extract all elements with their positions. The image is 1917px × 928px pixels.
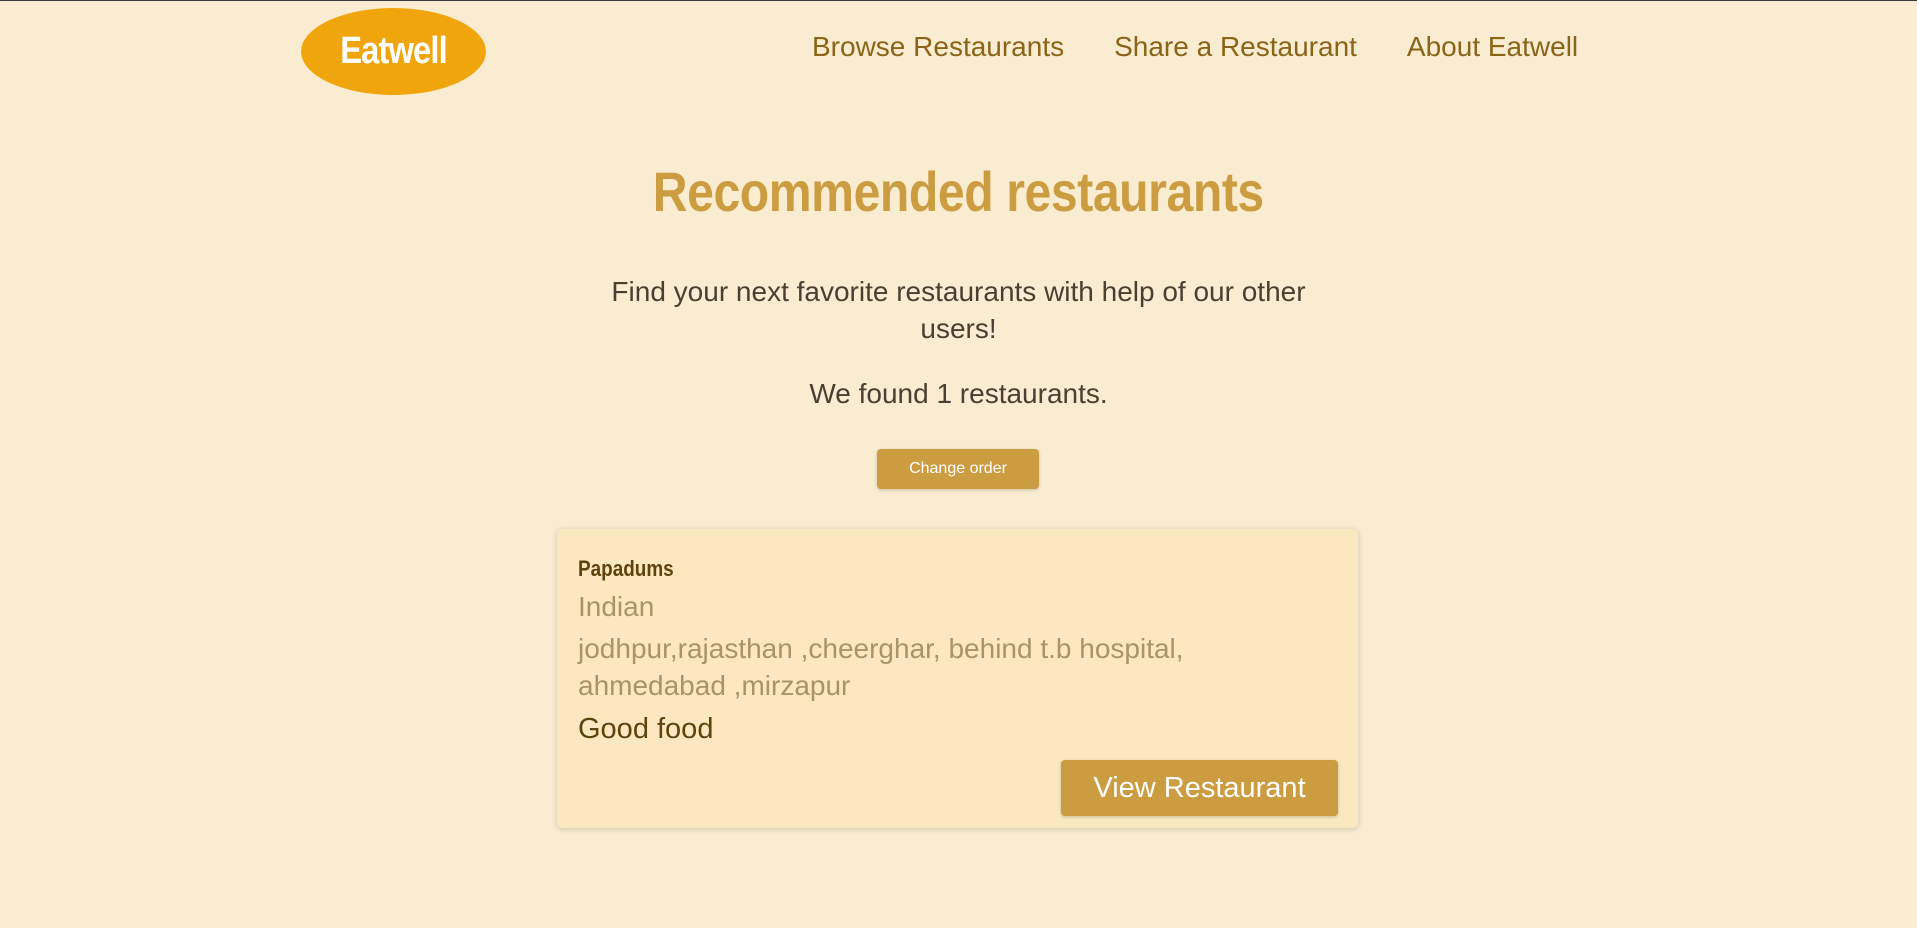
restaurant-name: Papadums — [578, 556, 674, 581]
main-nav: Browse Restaurants Share a Restaurant Ab… — [812, 31, 1578, 63]
nav-about-eatwell[interactable]: About Eatwell — [1407, 31, 1578, 63]
results-count: We found 1 restaurants. — [809, 378, 1108, 409]
restaurant-address: jodhpur,rajasthan ,cheerghar, behind t.b… — [578, 633, 1184, 701]
change-order-button[interactable]: Change order — [877, 449, 1039, 489]
restaurant-review: Good food — [578, 713, 714, 745]
nav-browse-restaurants[interactable]: Browse Restaurants — [812, 31, 1064, 63]
page-title-text: Recommended restaurants — [652, 160, 1265, 223]
page-title: Recommended restaurants — [0, 159, 1917, 224]
eatwell-logo[interactable]: Eatwell — [301, 8, 486, 95]
page-subtitle: Find your next favorite restaurants with… — [611, 276, 1306, 344]
restaurant-card: Papadums Indian jodhpur,rajasthan ,cheer… — [557, 529, 1358, 828]
view-restaurant-button[interactable]: View Restaurant — [1061, 760, 1338, 816]
restaurant-cuisine: Indian — [578, 591, 655, 622]
nav-share-restaurant[interactable]: Share a Restaurant — [1114, 31, 1357, 63]
